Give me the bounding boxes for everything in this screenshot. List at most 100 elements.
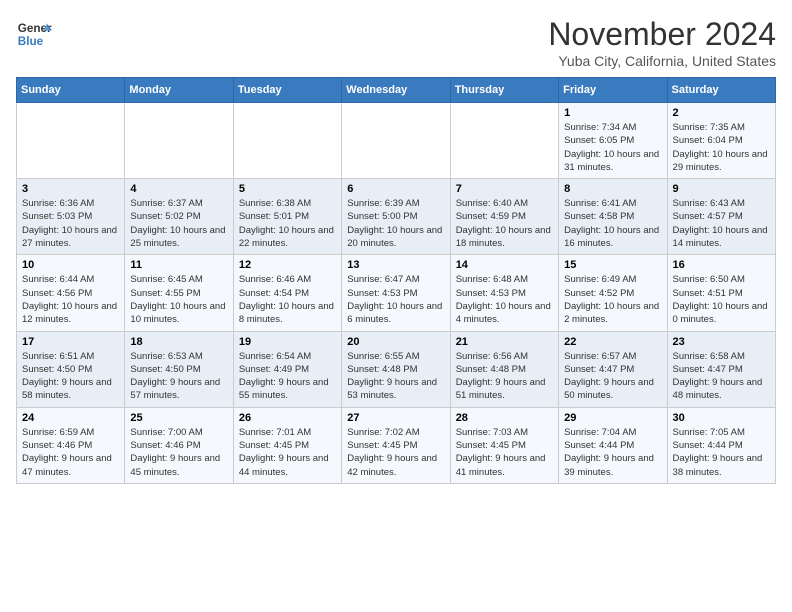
calendar-cell: 15 Sunrise: 6:49 AMSunset: 4:52 PMDayligh… xyxy=(559,255,667,331)
calendar-cell: 14 Sunrise: 6:48 AMSunset: 4:53 PMDayligh… xyxy=(450,255,558,331)
calendar-cell: 2 Sunrise: 7:35 AMSunset: 6:04 PMDaylight… xyxy=(667,103,775,179)
day-info: Sunrise: 6:40 AMSunset: 4:59 PMDaylight:… xyxy=(456,197,553,250)
day-number: 2 xyxy=(673,107,770,119)
calendar-week-4: 17 Sunrise: 6:51 AMSunset: 4:50 PMDayligh… xyxy=(17,331,776,407)
calendar-cell: 8 Sunrise: 6:41 AMSunset: 4:58 PMDaylight… xyxy=(559,179,667,255)
day-number: 3 xyxy=(22,183,119,195)
calendar-cell xyxy=(233,103,341,179)
calendar-week-5: 24 Sunrise: 6:59 AMSunset: 4:46 PMDayligh… xyxy=(17,407,776,483)
calendar-cell xyxy=(17,103,125,179)
day-number: 1 xyxy=(564,107,661,119)
calendar-week-2: 3 Sunrise: 6:36 AMSunset: 5:03 PMDaylight… xyxy=(17,179,776,255)
calendar-cell: 7 Sunrise: 6:40 AMSunset: 4:59 PMDaylight… xyxy=(450,179,558,255)
day-number: 22 xyxy=(564,336,661,348)
day-info: Sunrise: 6:56 AMSunset: 4:48 PMDaylight:… xyxy=(456,350,553,403)
calendar-cell: 28Sunrise: 7:03 AMSunset: 4:45 PMDayligh… xyxy=(450,407,558,483)
day-info: Sunrise: 6:57 AMSunset: 4:47 PMDaylight:… xyxy=(564,350,661,403)
day-number: 11 xyxy=(130,259,227,271)
calendar-cell: 13 Sunrise: 6:47 AMSunset: 4:53 PMDayligh… xyxy=(342,255,450,331)
calendar-cell xyxy=(450,103,558,179)
day-info: Sunrise: 6:50 AMSunset: 4:51 PMDaylight:… xyxy=(673,273,770,326)
page-header: General Blue November 2024 Yuba City, Ca… xyxy=(16,16,776,69)
calendar-cell: 20 Sunrise: 6:55 AMSunset: 4:48 PMDayligh… xyxy=(342,331,450,407)
day-info: Sunrise: 6:43 AMSunset: 4:57 PMDaylight:… xyxy=(673,197,770,250)
day-info: Sunrise: 7:04 AMSunset: 4:44 PMDaylight:… xyxy=(564,426,661,479)
header-friday: Friday xyxy=(559,78,667,103)
day-info: Sunrise: 6:45 AMSunset: 4:55 PMDaylight:… xyxy=(130,273,227,326)
day-number: 24 xyxy=(22,412,119,424)
calendar-cell: 17 Sunrise: 6:51 AMSunset: 4:50 PMDayligh… xyxy=(17,331,125,407)
calendar-cell xyxy=(342,103,450,179)
day-info: Sunrise: 7:00 AMSunset: 4:46 PMDaylight:… xyxy=(130,426,227,479)
day-number: 13 xyxy=(347,259,444,271)
day-info: Sunrise: 7:05 AMSunset: 4:44 PMDaylight:… xyxy=(673,426,770,479)
calendar-header-row: SundayMondayTuesdayWednesdayThursdayFrid… xyxy=(17,78,776,103)
day-number: 27 xyxy=(347,412,444,424)
day-info: Sunrise: 6:46 AMSunset: 4:54 PMDaylight:… xyxy=(239,273,336,326)
day-number: 16 xyxy=(673,259,770,271)
calendar-cell xyxy=(125,103,233,179)
day-info: Sunrise: 7:01 AMSunset: 4:45 PMDaylight:… xyxy=(239,426,336,479)
calendar-cell: 29Sunrise: 7:04 AMSunset: 4:44 PMDayligh… xyxy=(559,407,667,483)
day-info: Sunrise: 6:48 AMSunset: 4:53 PMDaylight:… xyxy=(456,273,553,326)
calendar-cell: 18 Sunrise: 6:53 AMSunset: 4:50 PMDayligh… xyxy=(125,331,233,407)
day-info: Sunrise: 6:47 AMSunset: 4:53 PMDaylight:… xyxy=(347,273,444,326)
day-number: 21 xyxy=(456,336,553,348)
calendar-cell: 11 Sunrise: 6:45 AMSunset: 4:55 PMDayligh… xyxy=(125,255,233,331)
header-thursday: Thursday xyxy=(450,78,558,103)
calendar-cell: 23 Sunrise: 6:58 AMSunset: 4:47 PMDayligh… xyxy=(667,331,775,407)
day-number: 15 xyxy=(564,259,661,271)
location-subtitle: Yuba City, California, United States xyxy=(548,53,776,69)
day-info: Sunrise: 6:49 AMSunset: 4:52 PMDaylight:… xyxy=(564,273,661,326)
header-wednesday: Wednesday xyxy=(342,78,450,103)
calendar-cell: 5Sunrise: 6:38 AMSunset: 5:01 PMDaylight… xyxy=(233,179,341,255)
day-number: 10 xyxy=(22,259,119,271)
day-number: 4 xyxy=(130,183,227,195)
calendar-cell: 3 Sunrise: 6:36 AMSunset: 5:03 PMDaylight… xyxy=(17,179,125,255)
day-info: Sunrise: 6:44 AMSunset: 4:56 PMDaylight:… xyxy=(22,273,119,326)
calendar-cell: 30 Sunrise: 7:05 AMSunset: 4:44 PMDayligh… xyxy=(667,407,775,483)
day-info: Sunrise: 6:41 AMSunset: 4:58 PMDaylight:… xyxy=(564,197,661,250)
day-info: Sunrise: 6:51 AMSunset: 4:50 PMDaylight:… xyxy=(22,350,119,403)
day-number: 8 xyxy=(564,183,661,195)
day-number: 14 xyxy=(456,259,553,271)
day-info: Sunrise: 6:55 AMSunset: 4:48 PMDaylight:… xyxy=(347,350,444,403)
logo-icon: General Blue xyxy=(16,16,52,52)
calendar-cell: 10 Sunrise: 6:44 AMSunset: 4:56 PMDayligh… xyxy=(17,255,125,331)
day-number: 23 xyxy=(673,336,770,348)
calendar-cell: 22 Sunrise: 6:57 AMSunset: 4:47 PMDayligh… xyxy=(559,331,667,407)
day-info: Sunrise: 6:59 AMSunset: 4:46 PMDaylight:… xyxy=(22,426,119,479)
calendar-cell: 25 Sunrise: 7:00 AMSunset: 4:46 PMDayligh… xyxy=(125,407,233,483)
day-info: Sunrise: 6:36 AMSunset: 5:03 PMDaylight:… xyxy=(22,197,119,250)
header-saturday: Saturday xyxy=(667,78,775,103)
day-info: Sunrise: 6:54 AMSunset: 4:49 PMDaylight:… xyxy=(239,350,336,403)
day-number: 9 xyxy=(673,183,770,195)
day-info: Sunrise: 6:53 AMSunset: 4:50 PMDaylight:… xyxy=(130,350,227,403)
calendar-cell: 27 Sunrise: 7:02 AMSunset: 4:45 PMDayligh… xyxy=(342,407,450,483)
calendar-cell: 16 Sunrise: 6:50 AMSunset: 4:51 PMDayligh… xyxy=(667,255,775,331)
day-number: 19 xyxy=(239,336,336,348)
day-number: 25 xyxy=(130,412,227,424)
header-monday: Monday xyxy=(125,78,233,103)
day-info: Sunrise: 6:58 AMSunset: 4:47 PMDaylight:… xyxy=(673,350,770,403)
logo: General Blue xyxy=(16,16,52,52)
day-number: 17 xyxy=(22,336,119,348)
calendar-week-1: 1Sunrise: 7:34 AMSunset: 6:05 PMDaylight… xyxy=(17,103,776,179)
day-info: Sunrise: 7:35 AMSunset: 6:04 PMDaylight:… xyxy=(673,121,770,174)
day-number: 7 xyxy=(456,183,553,195)
calendar-cell: 12 Sunrise: 6:46 AMSunset: 4:54 PMDayligh… xyxy=(233,255,341,331)
calendar-cell: 9 Sunrise: 6:43 AMSunset: 4:57 PMDaylight… xyxy=(667,179,775,255)
title-area: November 2024 Yuba City, California, Uni… xyxy=(548,16,776,69)
day-number: 30 xyxy=(673,412,770,424)
day-number: 18 xyxy=(130,336,227,348)
day-info: Sunrise: 6:38 AMSunset: 5:01 PMDaylight:… xyxy=(239,197,336,250)
calendar-cell: 19 Sunrise: 6:54 AMSunset: 4:49 PMDayligh… xyxy=(233,331,341,407)
header-sunday: Sunday xyxy=(17,78,125,103)
day-number: 20 xyxy=(347,336,444,348)
day-number: 28 xyxy=(456,412,553,424)
calendar-cell: 21 Sunrise: 6:56 AMSunset: 4:48 PMDayligh… xyxy=(450,331,558,407)
day-info: Sunrise: 6:39 AMSunset: 5:00 PMDaylight:… xyxy=(347,197,444,250)
day-info: Sunrise: 7:02 AMSunset: 4:45 PMDaylight:… xyxy=(347,426,444,479)
day-number: 12 xyxy=(239,259,336,271)
calendar-cell: 4Sunrise: 6:37 AMSunset: 5:02 PMDaylight… xyxy=(125,179,233,255)
